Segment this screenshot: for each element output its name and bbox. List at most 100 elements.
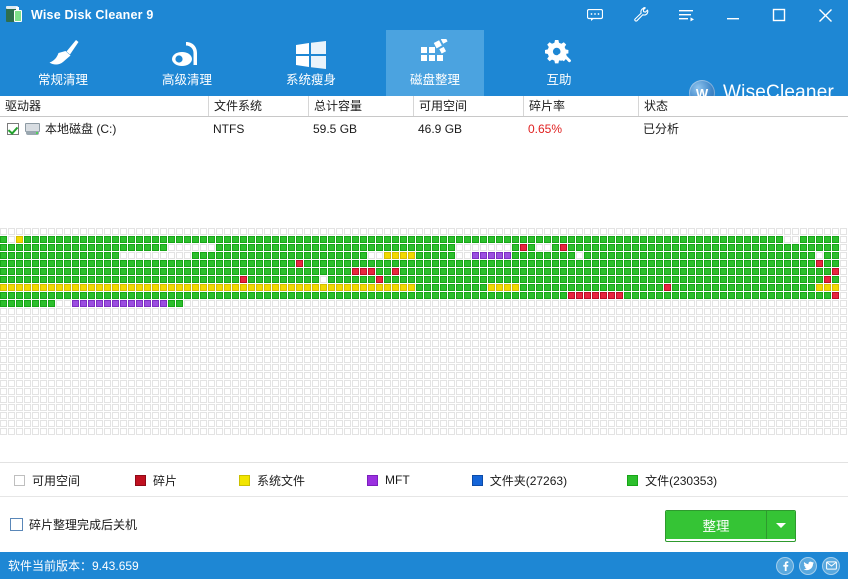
disk-map-row [0,364,848,372]
broom-icon [46,39,80,69]
disk-map-row [0,276,848,284]
disk-map-row [0,404,848,412]
vacuum-icon [171,39,203,69]
table-header-total[interactable]: 总计容量 [308,96,413,116]
map-legend: 可用空间 碎片 系统文件 MFT 文件夹(27263) 文件(230353) [0,462,848,497]
disk-map-row [0,420,848,428]
social-links [771,552,840,579]
nav-tab-system-slimming[interactable]: 系统瘦身 [262,30,360,96]
feedback-icon[interactable] [572,0,618,30]
disk-map-row [0,348,848,356]
wise-disk-cleaner-window: Wise Disk Cleaner 9 常规清理 高级清理 系统瘦身 磁盘整理 … [0,0,848,579]
nav-tab-label: 磁盘整理 [409,73,460,87]
window-title: Wise Disk Cleaner 9 [31,8,154,22]
nav-tab-label: 常规清理 [37,73,88,87]
table-header-frag[interactable]: 碎片率 [523,96,638,116]
disk-map-row [0,380,848,388]
disk-map-row [0,316,848,324]
fragmentation-cell: 0.65% [528,122,563,136]
app-icon [6,6,24,24]
legend-label: 碎片 [153,473,178,488]
legend-item-frag: 碎片 [135,472,177,489]
legend-item-files: 文件(230353) [627,472,717,489]
action-bar: 碎片整理完成后关机 整理 [0,496,848,553]
disk-map-row [0,300,848,308]
legend-label: 文件(230353) [645,473,718,488]
disk-map-row [0,356,848,364]
legend-item-system-files: 系统文件 [239,472,305,489]
version-label: 软件当前版本：9.43.659 [8,559,139,573]
legend-swatch-folders-icon [471,474,483,486]
disk-map-row [0,228,848,236]
shutdown-checkbox[interactable] [10,518,23,531]
legend-swatch-mft-icon [367,474,379,486]
nav-tab-disk-defrag[interactable]: 磁盘整理 [386,30,484,96]
disk-map-row [0,396,848,404]
drive-table: 驱动器 文件系统 总计容量 可用空间 碎片率 状态 本地磁盘 (C:) NTFS… [0,96,848,228]
disk-map-row [0,388,848,396]
gear-wrench-icon [543,39,575,69]
disk-map-row [0,428,848,436]
disk-map-grid [0,228,848,436]
legend-item-mft: MFT [367,473,410,487]
table-row[interactable]: 本地磁盘 (C:) NTFS 59.5 GB 46.9 GB 0.65% 已分析 [0,117,848,141]
free-space-cell: 46.9 GB [418,122,463,136]
table-header-free[interactable]: 可用空间 [413,96,523,116]
table-header-row: 驱动器 文件系统 总计容量 可用空间 碎片率 状态 [0,96,848,117]
disk-map-row [0,236,848,244]
maximize-icon[interactable] [756,0,802,30]
legend-swatch-free-icon [14,474,25,486]
table-header-status[interactable]: 状态 [638,96,848,116]
disk-map-row [0,412,848,420]
nav-tab-label: 高级清理 [161,73,212,87]
disk-map-row [0,268,848,276]
disk-map-row [0,324,848,332]
drive-checkbox[interactable] [7,123,19,135]
defrag-button[interactable]: 整理 [666,511,766,539]
disk-cluster-map[interactable] [0,228,848,462]
minimize-icon[interactable] [710,0,756,30]
nav-tab-advanced-clean[interactable]: 高级清理 [138,30,236,96]
total-capacity-cell: 59.5 GB [313,122,358,136]
disk-map-row [0,372,848,380]
windows-icon [296,39,326,69]
legend-label: 可用空间 [32,473,81,488]
legend-swatch-frag-icon [135,474,147,486]
chevron-down-icon [776,522,786,528]
hard-disk-icon [25,123,40,135]
legend-swatch-system-icon [239,474,251,486]
nav-tab-label: 互助 [546,73,572,87]
email-icon[interactable] [822,556,840,575]
defrag-dropdown-button[interactable] [766,511,795,539]
facebook-icon[interactable] [776,556,794,575]
filesystem-cell: NTFS [213,122,245,136]
drive-name-label: 本地磁盘 (C:) [45,122,117,136]
legend-label: MFT [385,473,410,487]
disk-map-row [0,252,848,260]
disk-map-row [0,284,848,292]
defrag-button-group: 整理 [665,510,796,542]
twitter-icon[interactable] [799,556,817,575]
legend-item-folders: 文件夹(27263) [471,472,567,489]
nav-tab-regular-clean[interactable]: 常规清理 [14,30,112,96]
legend-swatch-files-icon [627,474,639,486]
disk-map-row [0,332,848,340]
disk-map-row [0,244,848,252]
main-navigation: 常规清理 高级清理 系统瘦身 磁盘整理 互助 W WiseCleaner [0,30,848,106]
disk-map-row [0,340,848,348]
table-header-filesystem[interactable]: 文件系统 [208,96,308,116]
legend-label: 系统文件 [257,473,306,488]
menu-icon[interactable] [664,0,710,30]
nav-tab-label: 系统瘦身 [285,73,336,87]
legend-item-free: 可用空间 [14,472,80,489]
disk-map-row [0,260,848,268]
nav-tab-mutual-help[interactable]: 互助 [510,30,608,96]
table-header-drive[interactable]: 驱动器 [0,96,208,116]
shutdown-after-defrag-option[interactable]: 碎片整理完成后关机 [10,516,137,533]
drive-cell: 本地磁盘 (C:) [0,117,208,141]
close-icon[interactable] [802,0,848,30]
window-controls [572,0,848,30]
defrag-icon [419,39,451,69]
title-bar: Wise Disk Cleaner 9 [0,0,848,30]
wrench-settings-icon[interactable] [618,0,664,30]
